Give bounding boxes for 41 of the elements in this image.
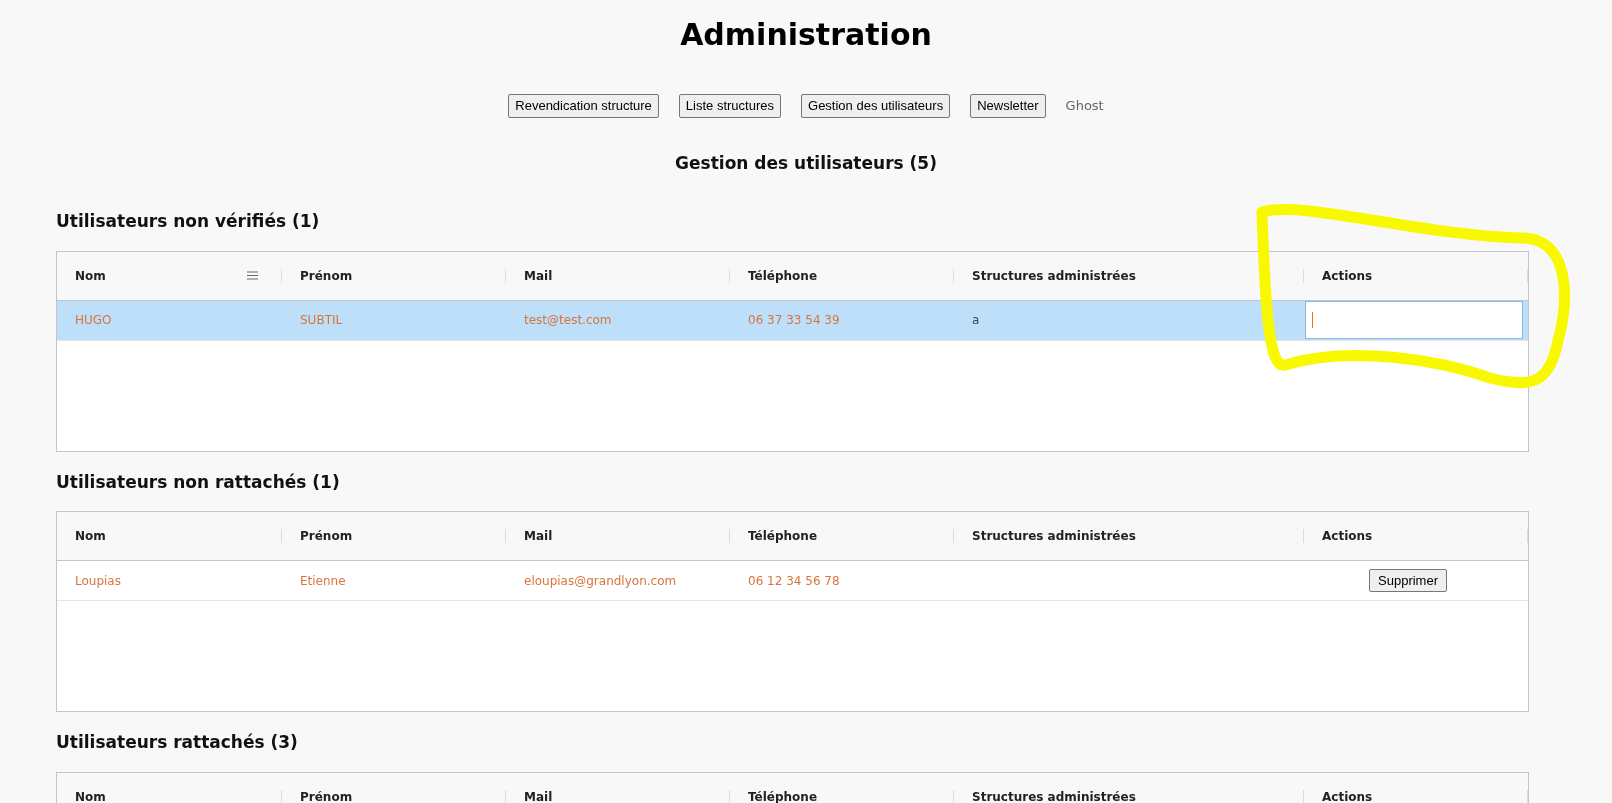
table-cell-text: Etienne bbox=[300, 572, 346, 590]
column-header[interactable]: Actions bbox=[1322, 266, 1373, 285]
column-header[interactable]: Téléphone bbox=[748, 527, 818, 545]
table-cell-text: HUGO bbox=[75, 312, 112, 329]
table-cell-text: test@test.com bbox=[524, 312, 612, 329]
table-cell-text: 06 37 33 54 39 bbox=[748, 312, 840, 329]
column-header[interactable]: Actions bbox=[1322, 787, 1373, 803]
table-cell-text: 06 12 34 56 78 bbox=[748, 572, 840, 590]
nav-button[interactable]: Newsletter bbox=[970, 94, 1046, 118]
section-title: Utilisateurs non vérifiés (1) bbox=[56, 210, 320, 233]
nav-button[interactable]: Revendication structure bbox=[508, 94, 659, 118]
section-title: Utilisateurs rattachés (3) bbox=[56, 731, 298, 754]
table-row[interactable]: HUGO SUBTIL test@test.com 06 37 33 54 39 a bbox=[57, 300, 1528, 341]
column-header[interactable]: Mail bbox=[524, 266, 553, 285]
nav-link[interactable]: Ghost bbox=[1065, 96, 1104, 116]
column-header[interactable]: Mail bbox=[524, 787, 553, 803]
column-header[interactable]: Mail bbox=[524, 527, 553, 545]
column-header[interactable]: Prénom bbox=[300, 527, 353, 545]
column-header[interactable]: Structures administrées bbox=[972, 787, 1136, 803]
section-title: Utilisateurs non rattachés (1) bbox=[56, 470, 340, 494]
menu-icon[interactable] bbox=[247, 271, 258, 280]
delete-button[interactable]: Supprimer bbox=[1369, 568, 1447, 593]
table-cell-text: SUBTIL bbox=[300, 312, 343, 329]
column-header[interactable]: Nom bbox=[75, 266, 258, 285]
column-header[interactable]: Prénom bbox=[300, 266, 353, 285]
column-header[interactable]: Prénom bbox=[300, 787, 353, 803]
column-header[interactable]: Actions bbox=[1322, 527, 1373, 545]
column-header[interactable]: Nom bbox=[75, 527, 106, 545]
page-title: Administration bbox=[680, 16, 932, 54]
nav-button[interactable]: Liste structures bbox=[678, 94, 781, 118]
column-header[interactable]: Téléphone bbox=[748, 787, 818, 803]
page-heading: Gestion des utilisateurs (5) bbox=[675, 151, 937, 175]
column-header[interactable]: Nom bbox=[75, 787, 106, 803]
table-cell-text: a bbox=[972, 312, 980, 329]
table-cell-text: Loupias bbox=[75, 572, 121, 590]
nav-button[interactable]: Gestion des utilisateurs bbox=[801, 94, 951, 118]
column-header[interactable]: Structures administrées bbox=[972, 266, 1136, 285]
column-header[interactable]: Téléphone bbox=[748, 266, 818, 285]
action-input-field[interactable] bbox=[1305, 301, 1523, 339]
table-cell-text: eloupias@grandlyon.com bbox=[524, 572, 677, 590]
column-header[interactable]: Structures administrées bbox=[972, 527, 1136, 545]
